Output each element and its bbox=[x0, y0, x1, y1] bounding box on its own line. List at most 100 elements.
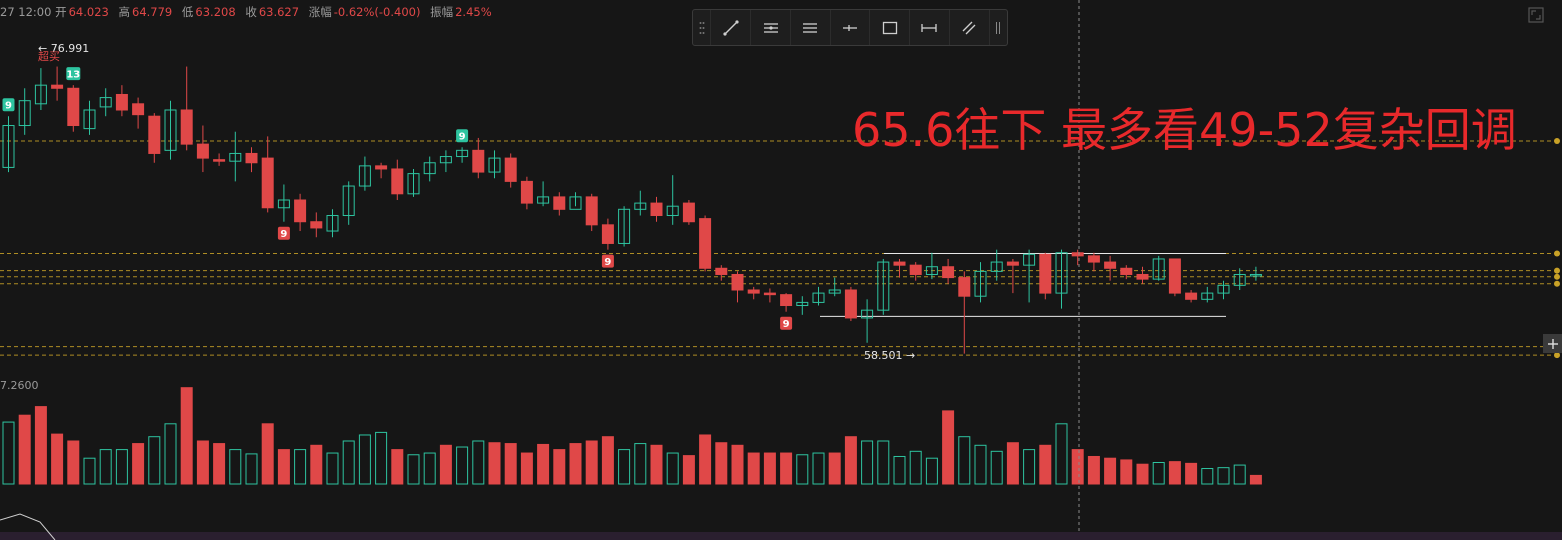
drawing-toolbar bbox=[692, 9, 1008, 46]
candle-down bbox=[148, 115, 161, 154]
candle-down bbox=[472, 149, 485, 173]
close-value: 63.627 bbox=[258, 5, 300, 19]
candle-down bbox=[261, 157, 274, 209]
volume-bar bbox=[650, 444, 663, 485]
candle-down bbox=[294, 199, 307, 223]
candle-down bbox=[1039, 253, 1052, 294]
candle-down bbox=[196, 143, 209, 159]
drag-handle-icon[interactable] bbox=[693, 10, 710, 45]
volume-bar bbox=[51, 433, 64, 485]
low-label: 低 bbox=[181, 5, 194, 19]
td-count-label: 13 bbox=[66, 70, 80, 81]
price-level-dot bbox=[1554, 138, 1560, 145]
volume-bar bbox=[682, 455, 695, 485]
candle-down bbox=[780, 294, 793, 307]
candle-down bbox=[1006, 261, 1019, 266]
candle-down bbox=[747, 289, 760, 294]
parallel-lines-icon[interactable] bbox=[948, 10, 989, 45]
volume-bar bbox=[699, 434, 712, 485]
add-icon[interactable] bbox=[1543, 334, 1562, 353]
candle-down bbox=[682, 202, 695, 223]
fullscreen-icon[interactable] bbox=[1525, 5, 1547, 25]
volume-bar bbox=[1168, 461, 1181, 485]
candle-down bbox=[601, 224, 614, 244]
horizontal-lines-icon[interactable] bbox=[789, 10, 830, 45]
volume-bar bbox=[439, 444, 452, 485]
volume-bar bbox=[1071, 449, 1084, 485]
candle-down bbox=[180, 109, 193, 145]
candle-down bbox=[51, 84, 64, 89]
change-label: 涨幅 bbox=[308, 5, 332, 19]
low-value: 63.208 bbox=[195, 5, 236, 19]
candle-down bbox=[942, 266, 955, 279]
volume-bar bbox=[780, 452, 793, 485]
rectangle-icon[interactable] bbox=[869, 10, 909, 45]
candle-down bbox=[213, 159, 226, 162]
volume-bar bbox=[310, 444, 323, 485]
td-count-label: 9 bbox=[783, 319, 790, 330]
volume-bar bbox=[67, 440, 80, 485]
bar-time: 27 12:00 bbox=[0, 5, 52, 19]
volume-bar bbox=[261, 423, 274, 485]
candle-down bbox=[1087, 255, 1100, 263]
volume-bar bbox=[731, 444, 744, 485]
volume-bar bbox=[277, 449, 290, 485]
overbought-note: 超买 bbox=[38, 49, 60, 63]
volume-bar bbox=[715, 442, 728, 485]
volume-bar bbox=[18, 414, 31, 485]
price-level-dot bbox=[1554, 273, 1560, 280]
candlestick-chart[interactable]: 9139999 7.2600 ← 76.991 超买 58.501 → 65.6… bbox=[0, 0, 1562, 540]
candle-down bbox=[844, 289, 857, 319]
high-value: 64.779 bbox=[132, 5, 173, 19]
volume-bar bbox=[391, 449, 404, 485]
td-count-label: 9 bbox=[459, 132, 466, 143]
parallel-channel-icon[interactable] bbox=[750, 10, 790, 45]
close-label: 收 bbox=[245, 5, 257, 19]
high-label: 高 bbox=[118, 5, 131, 19]
low-price-marker: 58.501 → bbox=[864, 349, 915, 362]
candle-down bbox=[391, 168, 404, 195]
volume-bar bbox=[1039, 444, 1052, 485]
open-value: 64.023 bbox=[68, 5, 109, 19]
candle-down bbox=[1071, 252, 1084, 257]
volume-bar bbox=[747, 452, 760, 485]
volume-bar bbox=[1104, 457, 1117, 485]
volume-bar bbox=[537, 443, 550, 485]
volume-bar bbox=[828, 452, 841, 485]
horizontal-ray-icon[interactable] bbox=[829, 10, 870, 45]
candle-down bbox=[1120, 267, 1133, 275]
volume-bar bbox=[180, 387, 193, 485]
candle-down bbox=[310, 221, 323, 229]
amplitude-value: 2.45% bbox=[455, 5, 492, 19]
candle-down bbox=[504, 157, 517, 182]
candle-down bbox=[1136, 273, 1149, 280]
toolbar-collapse-icon[interactable] bbox=[988, 10, 1007, 45]
volume-bar bbox=[569, 443, 582, 485]
price-level-dot bbox=[1554, 280, 1560, 287]
price-level-dot bbox=[1554, 250, 1560, 257]
indicator-panel-bottom bbox=[0, 532, 1562, 540]
volume-bar bbox=[1120, 459, 1133, 485]
volume-bar bbox=[213, 443, 226, 485]
price-range-icon[interactable] bbox=[909, 10, 949, 45]
price-level-dot bbox=[1554, 267, 1560, 274]
trend-line-icon[interactable] bbox=[710, 10, 750, 45]
volume-bar bbox=[1136, 463, 1149, 485]
candle-down bbox=[585, 196, 598, 226]
volume-bar bbox=[488, 442, 501, 485]
candle-down bbox=[1185, 292, 1198, 300]
candle-down bbox=[67, 87, 80, 127]
candle-down bbox=[132, 103, 145, 116]
open-label: 开 bbox=[55, 5, 67, 19]
volume-bar bbox=[601, 436, 614, 485]
price-level-dot bbox=[1554, 352, 1560, 359]
candle-down bbox=[715, 267, 728, 275]
volume-bar bbox=[844, 436, 857, 485]
volume-bar bbox=[132, 443, 145, 485]
volume-bar bbox=[1006, 442, 1019, 485]
volume-bar bbox=[1249, 474, 1262, 485]
candle-down bbox=[375, 165, 388, 170]
candle-down bbox=[699, 218, 712, 269]
volume-bar bbox=[1087, 455, 1100, 485]
volume-bar bbox=[763, 452, 776, 485]
